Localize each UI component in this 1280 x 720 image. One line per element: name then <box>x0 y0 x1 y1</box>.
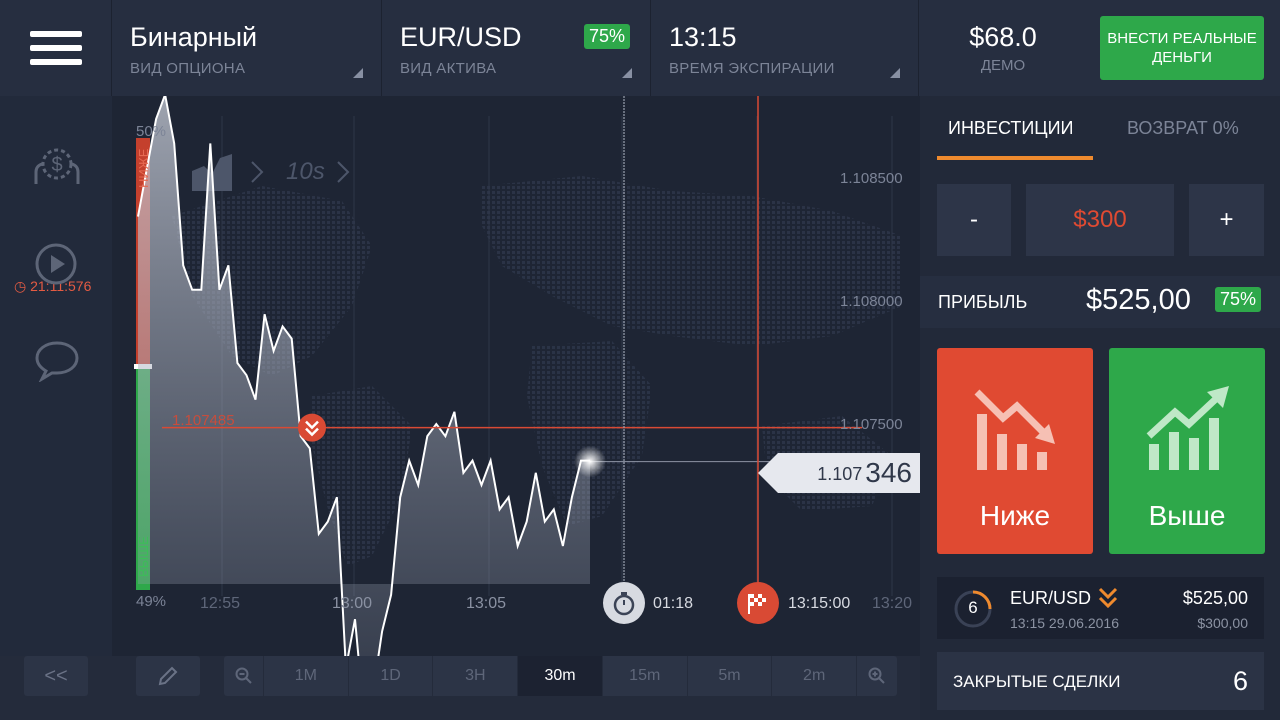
draw-tool-button[interactable] <box>136 656 200 696</box>
left-sidebar: $ ◷ 21:11:576 <box>0 96 112 656</box>
countdown-value: 01:18 <box>653 595 694 612</box>
time-label-end: 13:20 <box>872 595 913 612</box>
open-deal-row[interactable]: 6 EUR/USD 13:15 29.06.2016 $525,00 $300,… <box>937 577 1264 639</box>
balance-amount: $68.0 <box>969 22 1037 52</box>
current-price-glow <box>574 445 606 478</box>
chart-up-arrow-icon <box>1146 386 1229 470</box>
timeframe-15m[interactable]: 15m <box>603 656 688 696</box>
sentiment-down-label: НИЖЕ <box>136 148 151 188</box>
tab-return[interactable]: ВОЗВРАТ 0% <box>1127 118 1239 139</box>
top-bar: Бинарный ВИД ОПЦИОНА EUR/USD ВИД АКТИВА … <box>0 0 1280 96</box>
chat-icon[interactable] <box>34 340 80 382</box>
deal-asset: EUR/USD <box>1010 588 1092 608</box>
interval-chevron-right-icon[interactable] <box>337 161 350 183</box>
chart-canvas <box>134 96 902 656</box>
deal-investment: $300,00 <box>1197 615 1248 631</box>
balance-mode-label: ДЕМО <box>980 57 1026 74</box>
deposit-button[interactable]: ВНЕСТИ РЕАЛЬНЫЕ ДЕНЬГИ <box>1100 16 1264 80</box>
sentiment-up-label: ВЫШЕ <box>136 536 151 578</box>
timeframe-30m[interactable]: 30m <box>518 656 603 696</box>
asset-selector[interactable]: EUR/USD ВИД АКТИВА 75% <box>382 0 651 96</box>
entry-price-label: 1.107485 <box>172 412 235 429</box>
option-type-label: ВИД ОПЦИОНА <box>130 60 246 77</box>
time-label-3: 13:05 <box>466 595 507 612</box>
deal-payout: $525,00 <box>1182 588 1248 608</box>
expiry-time-value: 13:15:00 <box>788 595 851 612</box>
bottom-toolbar: << 1M 1D 3H 30m 15m 5m 2m <box>0 656 920 720</box>
closed-deals-label: ЗАКРЫТЫЕ СДЕЛКИ <box>953 672 1121 691</box>
interval-value[interactable]: 10s <box>286 158 325 186</box>
dropdown-corner-icon <box>622 68 632 78</box>
balance-display[interactable]: $68.0 ДЕМО <box>920 0 1086 96</box>
deal-count: 6 <box>968 598 978 617</box>
entry-down-arrow-icon[interactable] <box>298 413 326 442</box>
option-type-value: Бинарный <box>130 22 258 52</box>
dropdown-corner-icon <box>353 68 363 78</box>
svg-text:$: $ <box>51 154 62 176</box>
time-label-1: 12:55 <box>200 595 241 612</box>
chart-down-arrow-icon <box>974 389 1055 470</box>
increase-amount-button[interactable]: + <box>1189 184 1264 256</box>
dollar-coin-icon[interactable]: $ <box>32 144 82 186</box>
price-chart[interactable]: 50% 49% НИЖЕ ВЫШЕ 10s 1.108500 1.108000 … <box>112 96 920 656</box>
buy-up-label: Выше <box>1148 500 1226 531</box>
hamburger-menu-icon[interactable] <box>0 0 112 96</box>
timeframe-5m[interactable]: 5m <box>688 656 773 696</box>
deal-down-arrow-icon <box>1098 587 1118 609</box>
profit-percent-badge: 75% <box>1215 287 1262 312</box>
timeframe-1D[interactable]: 1D <box>349 656 434 696</box>
current-price-tag: 1.107 346 <box>758 453 920 493</box>
expiration-label: ВРЕМЯ ЭКСПИРАЦИИ <box>669 60 835 77</box>
stopwatch-icon <box>603 582 645 624</box>
deal-datetime: 13:15 29.06.2016 <box>1010 615 1119 631</box>
closed-deals-row[interactable]: ЗАКРЫТЫЕ СДЕЛКИ 6 <box>937 652 1264 710</box>
profit-value: $525,00 <box>1086 284 1191 316</box>
closed-deals-count: 6 <box>1232 666 1248 696</box>
finish-flag-icon <box>737 582 779 624</box>
play-icon[interactable] <box>34 242 78 286</box>
option-type-selector[interactable]: Бинарный ВИД ОПЦИОНА <box>112 0 382 96</box>
decrease-amount-button[interactable]: - <box>937 184 1011 256</box>
profit-row: ПРИБЫЛЬ $525,00 75% <box>920 276 1280 328</box>
active-tab-indicator <box>937 156 1093 160</box>
sell-down-button[interactable]: Ниже <box>937 348 1093 554</box>
payout-badge: 75% <box>584 24 631 49</box>
buy-up-button[interactable]: Выше <box>1109 348 1265 554</box>
trading-app: Бинарный ВИД ОПЦИОНА EUR/USD ВИД АКТИВА … <box>0 0 1280 720</box>
tab-investments[interactable]: ИНВЕСТИЦИИ <box>948 118 1073 139</box>
collapse-button[interactable]: << <box>24 656 88 696</box>
sentiment-bottom-percent: 49% <box>136 593 167 610</box>
price-level-3: 1.107500 <box>840 416 903 433</box>
current-price-prefix: 1.107 <box>817 464 863 484</box>
sell-down-label: Ниже <box>979 500 1051 531</box>
timeframe-3H[interactable]: 3H <box>433 656 519 696</box>
zoom-out-icon[interactable] <box>224 656 264 696</box>
trade-panel: ИНВЕСТИЦИИ ВОЗВРАТ 0% - $300 + ПРИБЫЛЬ $… <box>920 96 1280 720</box>
pencil-icon <box>158 666 178 686</box>
interval-chevron-icon[interactable] <box>251 161 264 183</box>
timeframe-2m[interactable]: 2m <box>772 656 858 696</box>
current-price-pips: 346 <box>865 457 912 488</box>
price-level-2: 1.108000 <box>840 293 903 310</box>
time-label-2: 13:00 <box>332 595 373 612</box>
zoom-in-icon[interactable] <box>857 656 897 696</box>
expiration-selector[interactable]: 13:15 ВРЕМЯ ЭКСПИРАЦИИ <box>651 0 919 96</box>
investment-amount-input[interactable]: $300 <box>1026 184 1174 256</box>
timeframe-1M[interactable]: 1M <box>264 656 349 696</box>
asset-value: EUR/USD <box>400 22 522 52</box>
price-level-1: 1.108500 <box>840 170 903 187</box>
asset-label: ВИД АКТИВА <box>400 60 497 77</box>
expiration-value: 13:15 <box>669 22 737 52</box>
dropdown-corner-icon <box>890 68 900 78</box>
profit-label: ПРИБЫЛЬ <box>938 292 1028 312</box>
alarm-clock-icon: ◷ <box>14 278 27 294</box>
timeframe-selector: 1M 1D 3H 30m 15m 5m 2m <box>224 656 897 696</box>
